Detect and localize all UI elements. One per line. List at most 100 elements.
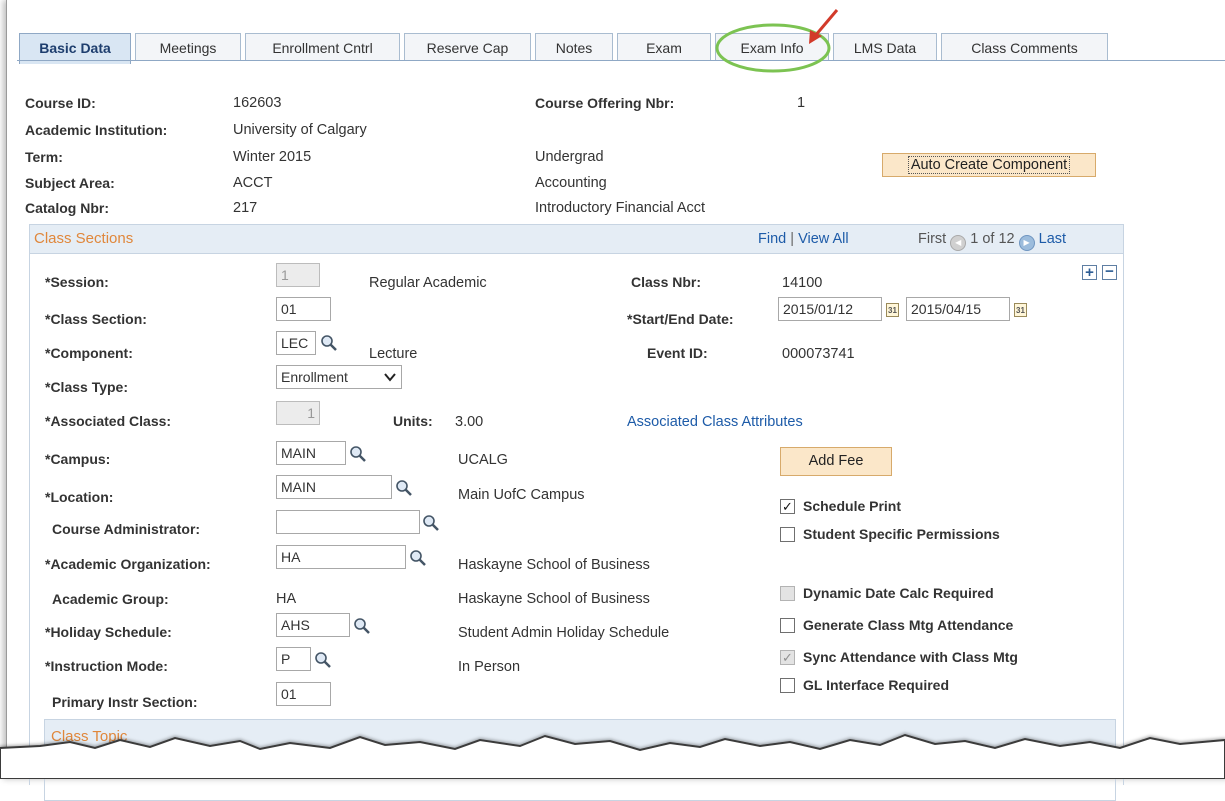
last-link[interactable]: Last bbox=[1039, 231, 1066, 247]
calendar-icon[interactable]: 31 bbox=[1014, 303, 1027, 317]
find-separator: | bbox=[790, 231, 795, 247]
tab-underline bbox=[17, 60, 1225, 61]
class-section-input[interactable]: 01 bbox=[276, 297, 331, 321]
find-link[interactable]: Find bbox=[758, 231, 786, 247]
course-id-label: Course ID: bbox=[25, 95, 96, 111]
tab-lms-data[interactable]: LMS Data bbox=[833, 33, 937, 61]
term-label: Term: bbox=[25, 149, 63, 165]
add-fee-button[interactable]: Add Fee bbox=[780, 447, 892, 476]
view-all-link[interactable]: View All bbox=[798, 231, 849, 247]
academic-organization-desc: Haskayne School of Business bbox=[458, 557, 650, 573]
dynamic-date-calc-checkbox[interactable] bbox=[780, 586, 795, 601]
event-id-value: 000073741 bbox=[782, 346, 855, 362]
course-administrator-label: Course Administrator: bbox=[52, 521, 201, 537]
associated-class-label: *Associated Class: bbox=[45, 413, 172, 429]
previous-icon[interactable]: ◀ bbox=[950, 235, 967, 251]
location-input[interactable]: MAIN bbox=[276, 475, 392, 499]
subject-area-label: Subject Area: bbox=[25, 175, 115, 191]
schedule-print-checkbox[interactable]: ✓ bbox=[780, 499, 795, 514]
class-section-label: *Class Section: bbox=[45, 311, 147, 327]
lookup-magnifier-icon[interactable] bbox=[409, 549, 427, 567]
associated-class-attributes-link[interactable]: Associated Class Attributes bbox=[627, 414, 803, 430]
lookup-magnifier-icon[interactable] bbox=[422, 514, 440, 532]
end-date-input[interactable]: 2015/04/15 bbox=[906, 297, 1010, 321]
session-desc: Regular Academic bbox=[369, 275, 487, 291]
calendar-icon[interactable]: 31 bbox=[886, 303, 899, 317]
term-value: Winter 2015 bbox=[233, 149, 312, 165]
academic-group-desc: Haskayne School of Business bbox=[458, 591, 650, 607]
pager-count: 1 of 12 bbox=[970, 231, 1015, 247]
holiday-schedule-desc: Student Admin Holiday Schedule bbox=[458, 625, 670, 641]
generate-class-mtg-attendance-label: Generate Class Mtg Attendance bbox=[803, 617, 1014, 633]
sync-attendance-checkbox[interactable]: ✓ bbox=[780, 650, 795, 665]
class-sections-title: Class Sections bbox=[34, 230, 134, 247]
component-desc: Lecture bbox=[369, 346, 418, 362]
campus-input[interactable]: MAIN bbox=[276, 441, 346, 465]
start-date-input[interactable]: 2015/01/12 bbox=[778, 297, 882, 321]
subject-area-value: ACCT bbox=[233, 175, 273, 191]
gl-interface-checkbox[interactable] bbox=[780, 678, 795, 693]
tab-enrollment-cntrl[interactable]: Enrollment Cntrl bbox=[245, 33, 400, 61]
lookup-magnifier-icon[interactable] bbox=[320, 334, 338, 352]
dynamic-date-calc-label: Dynamic Date Calc Required bbox=[803, 585, 994, 601]
class-type-select[interactable]: Enrollment bbox=[276, 365, 402, 389]
auto-create-component-button[interactable]: Auto Create Component bbox=[882, 153, 1096, 177]
generate-class-mtg-attendance-checkbox[interactable] bbox=[780, 618, 795, 633]
catalog-nbr-label: Catalog Nbr: bbox=[25, 200, 109, 216]
sync-attendance-label: Sync Attendance with Class Mtg bbox=[803, 649, 1018, 665]
session-input[interactable]: 1 bbox=[276, 263, 320, 287]
tab-reserve-cap[interactable]: Reserve Cap bbox=[404, 33, 531, 61]
first-label: First bbox=[918, 231, 947, 247]
page-frame: Basic Data Meetings Enrollment Cntrl Res… bbox=[6, 0, 1225, 801]
academic-institution-label: Academic Institution: bbox=[25, 122, 168, 138]
primary-instr-section-input[interactable]: 01 bbox=[276, 682, 331, 706]
holiday-schedule-label: *Holiday Schedule: bbox=[45, 624, 172, 640]
holiday-schedule-input[interactable]: AHS bbox=[276, 613, 350, 637]
tab-exam[interactable]: Exam bbox=[617, 33, 711, 61]
class-nbr-value: 14100 bbox=[782, 275, 823, 291]
delete-row-icon[interactable]: − bbox=[1102, 264, 1117, 280]
tab-class-comments[interactable]: Class Comments bbox=[941, 33, 1108, 61]
academic-group-value: HA bbox=[276, 591, 297, 607]
campus-desc: UCALG bbox=[458, 452, 508, 468]
tab-notes[interactable]: Notes bbox=[535, 33, 613, 61]
course-offering-value: 1 bbox=[797, 95, 806, 111]
gl-interface-label: GL Interface Required bbox=[803, 677, 950, 693]
campus-label: *Campus: bbox=[45, 451, 111, 467]
class-type-label: *Class Type: bbox=[45, 379, 128, 395]
location-desc: Main UofC Campus bbox=[458, 487, 585, 503]
course-administrator-input[interactable] bbox=[276, 510, 420, 534]
instruction-mode-label: *Instruction Mode: bbox=[45, 658, 168, 674]
component-input[interactable]: LEC bbox=[276, 331, 316, 355]
pager: First ◀ 1 of 12 ▶ Last bbox=[918, 231, 1066, 251]
torn-edge bbox=[0, 733, 1225, 779]
instruction-mode-desc: In Person bbox=[458, 659, 521, 675]
career-value: Undergrad bbox=[535, 149, 604, 165]
course-offering-label: Course Offering Nbr: bbox=[535, 95, 675, 111]
student-specific-permissions-checkbox[interactable] bbox=[780, 527, 795, 542]
academic-organization-input[interactable]: HA bbox=[276, 545, 406, 569]
course-id-value: 162603 bbox=[233, 95, 282, 111]
associated-class-input[interactable]: 1 bbox=[276, 401, 320, 425]
next-icon[interactable]: ▶ bbox=[1018, 235, 1035, 251]
academic-institution-value: University of Calgary bbox=[233, 122, 367, 138]
lookup-magnifier-icon[interactable] bbox=[314, 651, 332, 669]
catalog-nbr-desc: Introductory Financial Acct bbox=[535, 200, 706, 216]
start-end-date-label: *Start/End Date: bbox=[627, 311, 734, 327]
academic-organization-label: *Academic Organization: bbox=[45, 556, 211, 572]
lookup-magnifier-icon[interactable] bbox=[353, 617, 371, 635]
instruction-mode-input[interactable]: P bbox=[276, 647, 311, 671]
event-id-label: Event ID: bbox=[647, 345, 708, 361]
lookup-magnifier-icon[interactable] bbox=[395, 479, 413, 497]
auto-create-component-label: Auto Create Component bbox=[907, 156, 1071, 174]
lookup-magnifier-icon[interactable] bbox=[349, 445, 367, 463]
add-row-icon[interactable]: + bbox=[1082, 265, 1097, 280]
annotation-highlight bbox=[715, 9, 839, 73]
tab-meetings[interactable]: Meetings bbox=[135, 33, 241, 61]
catalog-nbr-value: 217 bbox=[233, 200, 258, 216]
class-type-value: Enrollment bbox=[281, 369, 348, 385]
find-controls: Find | View All bbox=[758, 231, 849, 247]
dropdown-chevron-icon bbox=[384, 373, 396, 382]
primary-instr-section-label: Primary Instr Section: bbox=[52, 694, 198, 710]
location-label: *Location: bbox=[45, 489, 114, 505]
